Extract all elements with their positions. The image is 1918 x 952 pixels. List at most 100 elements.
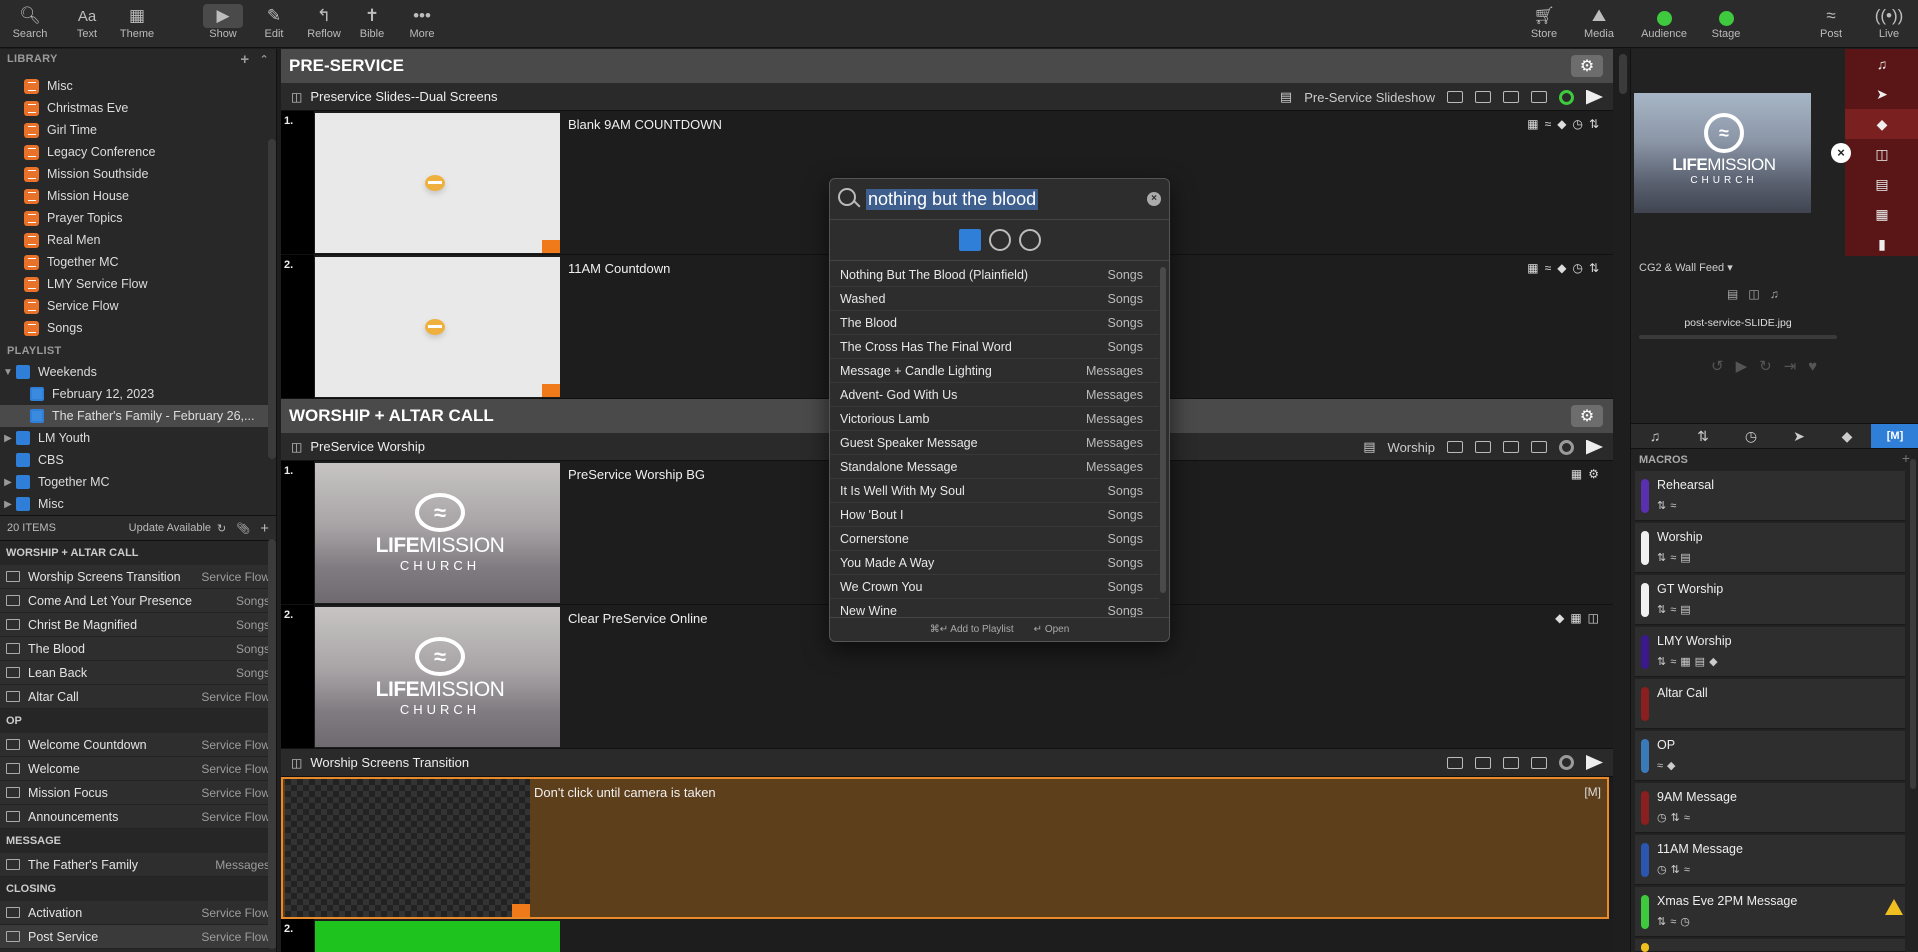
playlist-row[interactable]: The Father's Family Messages xyxy=(0,853,276,877)
library-item[interactable]: Girl Time xyxy=(0,119,276,141)
open-hint[interactable]: ↵ Open xyxy=(1034,624,1070,635)
search-result[interactable]: New Wine Songs xyxy=(830,599,1159,618)
macro-item[interactable]: OP ≈◆ xyxy=(1635,731,1905,781)
macro-item-partial[interactable] xyxy=(1635,939,1905,952)
notes-icon[interactable] xyxy=(1475,756,1491,769)
bible-button[interactable]: ✝ Bible xyxy=(344,4,400,44)
grid-icon[interactable] xyxy=(1503,756,1519,769)
playlist-row[interactable]: Welcome Service Flow xyxy=(0,757,276,781)
worship-tag[interactable]: Worship xyxy=(1388,440,1435,455)
library-item[interactable]: Mission Southside xyxy=(0,163,276,185)
feed-selector[interactable]: CG2 & Wall Feed ▾ xyxy=(1639,261,1733,274)
advance-icon[interactable] xyxy=(1586,755,1603,770)
main-scrollbar[interactable] xyxy=(1619,54,1627,94)
library-item[interactable]: Legacy Conference xyxy=(0,141,276,163)
chevron-down-icon[interactable]: ▼ xyxy=(0,367,16,378)
image-icon[interactable]: ▦ xyxy=(1845,199,1918,229)
slide-selected[interactable]: 1. Don't click until camera is taken [M] xyxy=(281,777,1609,919)
loop-icon[interactable] xyxy=(1559,755,1574,770)
slide[interactable]: 2. xyxy=(281,919,1613,952)
search-result[interactable]: We Crown You Songs xyxy=(830,575,1159,599)
text-button[interactable]: Aa Text xyxy=(59,4,115,44)
playlist-item[interactable]: February 12, 2023 xyxy=(0,383,276,405)
library-item[interactable]: LMY Service Flow xyxy=(0,273,276,295)
search-result[interactable]: Guest Speaker Message Messages xyxy=(830,431,1159,455)
loop-icon[interactable] xyxy=(1559,439,1574,455)
forward-icon[interactable]: ↻ xyxy=(1759,358,1784,375)
playlist-row[interactable]: Lean Back Songs xyxy=(0,661,276,685)
show-button[interactable]: ▶ Show xyxy=(195,4,251,44)
grid-icon[interactable] xyxy=(1503,441,1519,453)
layout-icon[interactable] xyxy=(1447,441,1463,453)
rewind-icon[interactable]: ↺ xyxy=(1711,358,1736,375)
media-button[interactable]: ⛰ Media xyxy=(1571,4,1627,44)
presentation-header[interactable]: ◫ Worship Screens Transition xyxy=(281,749,1613,777)
add-macro-icon[interactable]: + xyxy=(1902,450,1910,466)
library-item[interactable]: Songs xyxy=(0,317,276,339)
library-item[interactable]: Mission House xyxy=(0,185,276,207)
library-item[interactable]: Christmas Eve xyxy=(0,97,276,119)
playlist-row[interactable]: Welcome Countdown Service Flow xyxy=(0,733,276,757)
gear-icon[interactable]: ⚙ xyxy=(1571,55,1603,77)
layout-icon[interactable] xyxy=(1447,756,1463,769)
chevron-right-icon[interactable]: ▶ xyxy=(0,499,16,510)
tab-timers[interactable]: ◷ xyxy=(1727,424,1775,448)
send-icon[interactable]: ➤ xyxy=(1845,79,1918,109)
items-scrollbar[interactable] xyxy=(268,539,276,949)
chevron-right-icon[interactable]: ▶ xyxy=(0,433,16,444)
add-icon[interactable]: + xyxy=(260,520,269,537)
chevron-right-icon[interactable]: ▶ xyxy=(0,477,16,488)
split-icon[interactable] xyxy=(1531,756,1547,769)
attach-icon[interactable]: 📎︎ xyxy=(236,522,250,535)
presentation-header[interactable]: ◫ Preservice Slides--Dual Screens ▤ Pre-Se… xyxy=(281,83,1613,111)
playlist-row[interactable]: Christ Be Magnified Songs xyxy=(0,613,276,637)
slide-thumbnail[interactable] xyxy=(315,257,560,397)
update-available-link[interactable]: Update Available xyxy=(129,522,211,534)
split-icon[interactable] xyxy=(1531,91,1547,103)
more-button[interactable]: ••• More xyxy=(394,4,450,44)
macro-item[interactable]: Altar Call xyxy=(1635,679,1905,729)
playlist-row[interactable]: Announcements Service Flow xyxy=(0,805,276,829)
library-item[interactable]: Together MC xyxy=(0,251,276,273)
slide-thumbnail[interactable] xyxy=(315,113,560,253)
tab-props[interactable]: ◆ xyxy=(1823,424,1871,448)
search-result[interactable]: Cornerstone Songs xyxy=(830,527,1159,551)
playlist-folder[interactable]: ▶ Together MC xyxy=(0,471,276,493)
announce-icon[interactable]: ◫ xyxy=(1845,139,1918,169)
output-preview[interactable]: ≈ LIFEMISSION CHURCH xyxy=(1634,93,1811,213)
tab-audio[interactable]: ♫ xyxy=(1631,424,1679,448)
announce-icon[interactable]: ◫ xyxy=(1748,287,1769,301)
search-button[interactable]: 🔍︎ Search xyxy=(2,4,58,44)
grid-icon[interactable] xyxy=(1503,91,1519,103)
macro-item[interactable]: 11AM Message ◷⇅≈ xyxy=(1635,835,1905,885)
refresh-icon[interactable]: ↻ xyxy=(217,522,226,535)
add-to-playlist-hint[interactable]: ⌘↵ Add to Playlist xyxy=(930,624,1014,635)
split-icon[interactable] xyxy=(1531,441,1547,453)
search-result[interactable]: Victorious Lamb Messages xyxy=(830,407,1159,431)
playlist-folder[interactable]: ▶ Misc xyxy=(0,493,276,515)
search-result[interactable]: Advent- God With Us Messages xyxy=(830,383,1159,407)
library-scrollbar[interactable] xyxy=(268,139,276,459)
slide-thumbnail[interactable] xyxy=(285,779,530,917)
audience-button[interactable]: Audience xyxy=(1636,4,1692,44)
video-icon[interactable]: ▮ xyxy=(1845,229,1918,259)
slide-icon[interactable]: ▤ xyxy=(1845,169,1918,199)
slide-icon[interactable]: ▤ xyxy=(1727,287,1748,301)
search-result[interactable]: Nothing But The Blood (Plainfield) Songs xyxy=(830,263,1159,287)
collapse-icon[interactable]: ⌃ xyxy=(259,53,269,66)
search-result[interactable]: The Cross Has The Final Word Songs xyxy=(830,335,1159,359)
playlist-folder-weekends[interactable]: ▼ Weekends xyxy=(0,361,276,383)
playlist-row[interactable]: Altar Call Service Flow xyxy=(0,685,276,709)
notes-icon[interactable] xyxy=(1475,441,1491,453)
macro-item[interactable]: Rehearsal ⇅≈ xyxy=(1635,471,1905,521)
advance-icon[interactable] xyxy=(1586,89,1603,105)
results-scrollbar[interactable] xyxy=(1160,267,1166,593)
music-icon[interactable]: ♫ xyxy=(1845,49,1918,79)
loop-icon[interactable] xyxy=(1559,89,1574,105)
macro-item[interactable]: Xmas Eve 2PM Message ⇅≈◷ xyxy=(1635,887,1905,937)
skip-icon[interactable]: ⇥ xyxy=(1784,358,1809,375)
theme-button[interactable]: ▦ Theme xyxy=(109,4,165,44)
playlist-row[interactable]: Worship Screens Transition Service Flow xyxy=(0,565,276,589)
playlist-item[interactable]: CBS xyxy=(0,449,276,471)
notes-icon[interactable] xyxy=(1475,91,1491,103)
